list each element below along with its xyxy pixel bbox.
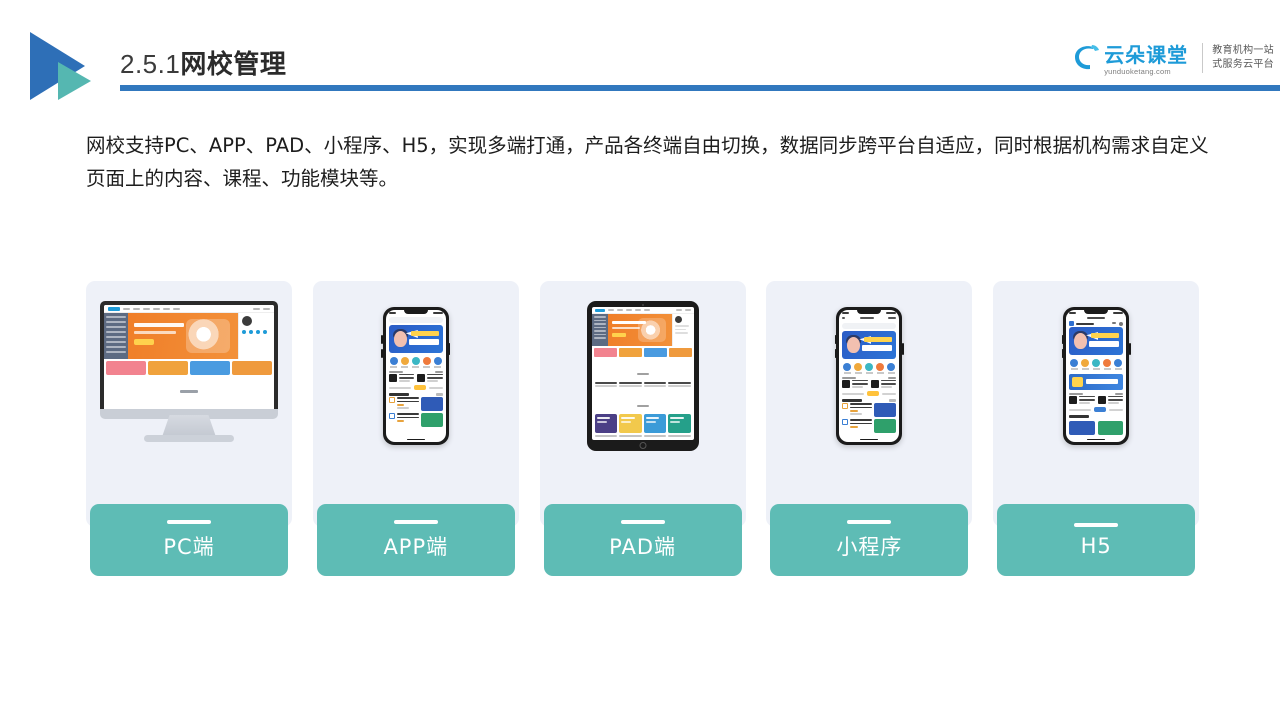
device-label-button-pad[interactable]: PAD端: [543, 504, 742, 576]
device-label-text: PAD端: [609, 534, 677, 559]
device-label-button-h5[interactable]: H5: [997, 504, 1196, 576]
brand-name-cn: 云朵课堂: [1104, 42, 1189, 67]
play-triangle-logo: [30, 32, 112, 100]
device-illustration-phone-h5: [993, 281, 1199, 471]
device-label-text: H5: [1080, 533, 1112, 558]
cloud-icon: [1071, 41, 1103, 75]
brand-slogan-line2: 式服务云平台: [1212, 59, 1274, 70]
brand-name-en: yunduoketang.com: [1104, 66, 1171, 76]
mobile-phone-icon: [834, 307, 904, 445]
device-illustration-tablet: [540, 281, 746, 471]
title-underline: [120, 85, 1280, 91]
device-card-app[interactable]: APP端: [312, 281, 519, 576]
desktop-monitor-icon: [100, 301, 278, 451]
brand-slogan: 教育机构一站 式服务云平台: [1212, 44, 1274, 73]
device-card-miniprogram[interactable]: 小程序: [766, 281, 973, 576]
triangle-teal-icon: [58, 62, 91, 100]
device-card-pad[interactable]: PAD端: [539, 281, 746, 576]
page-header: 2.5.1网校管理 云朵课堂 yunduoketang.com 教育机构一站 式…: [0, 0, 1280, 105]
brand-slogan-line1: 教育机构一站: [1212, 44, 1274, 56]
label-dash: [167, 519, 211, 524]
device-card-pc[interactable]: PC端: [86, 281, 292, 576]
label-dash: [1074, 522, 1119, 527]
mobile-phone-icon: [381, 307, 451, 445]
label-dash: [620, 519, 665, 524]
device-illustration-phone-app: [313, 281, 519, 471]
device-card-h5[interactable]: H5: [993, 281, 1200, 576]
mobile-phone-icon: [1061, 307, 1131, 445]
label-dash: [393, 519, 438, 524]
device-illustration-phone-miniprogram: [766, 281, 972, 471]
device-label-button-app[interactable]: APP端: [316, 504, 515, 576]
device-label-button-miniprogram[interactable]: 小程序: [770, 504, 969, 576]
brand-logo: 云朵课堂 yunduoketang.com 教育机构一站 式服务云平台: [1071, 36, 1274, 80]
section-number: 2.5.1: [120, 49, 181, 79]
device-label-text: PC端: [163, 534, 215, 559]
device-illustration-desktop: [86, 281, 292, 471]
device-label-text: 小程序: [836, 534, 903, 559]
label-dash: [847, 519, 892, 524]
section-title: 网校管理: [180, 49, 287, 79]
logo-divider: [1202, 43, 1204, 73]
page-title: 2.5.1网校管理: [120, 44, 286, 81]
device-label-button-pc[interactable]: PC端: [90, 504, 288, 576]
body-paragraph: 网校支持PC、APP、PAD、小程序、H5，实现多端打通，产品各终端自由切换，数…: [86, 134, 1209, 190]
device-card-row: PC端 APP端 PAD端 小程序 H5: [86, 281, 1200, 576]
tablet-icon: [586, 301, 699, 451]
device-label-text: APP端: [383, 534, 449, 559]
